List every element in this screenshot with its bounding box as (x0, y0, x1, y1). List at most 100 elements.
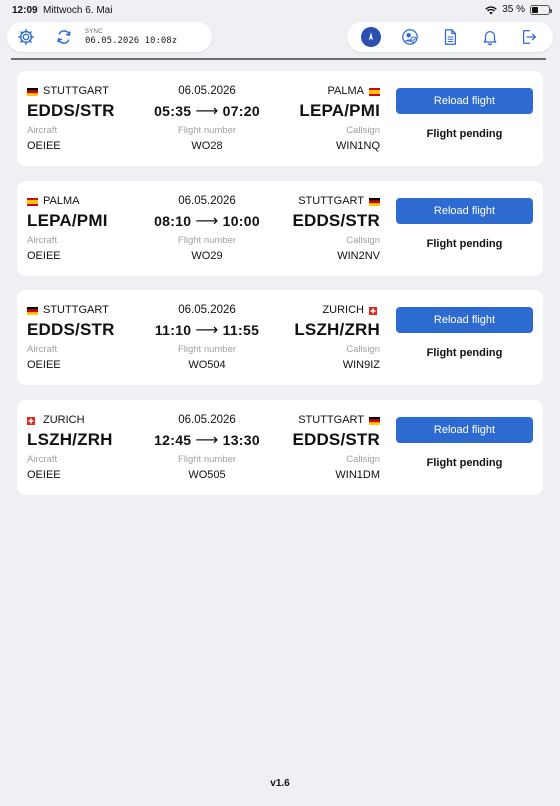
flight-card: PALMA LEPA/PMI 06.05.2026 08:10 ⟶ 10:00 ST… (17, 180, 543, 276)
flight-status: Flight pending (426, 347, 503, 359)
status-bar: 12:09 Mittwoch 6. Mai 35 % (0, 0, 560, 20)
flight-number-value: WO28 (191, 140, 223, 152)
arrival-city-label: PALMA (327, 85, 364, 97)
arrival-city: STUTTGART (298, 414, 380, 426)
flight-date: 06.05.2026 (178, 194, 236, 207)
settings-button[interactable] (13, 24, 39, 50)
flight-status: Flight pending (426, 456, 503, 469)
battery-percent: 35 % (502, 4, 525, 15)
arrival-time: 07:20 (222, 103, 260, 119)
departure-city: STUTTGART (27, 304, 109, 316)
status-date: Mittwoch 6. Mai (43, 5, 113, 16)
avatar (360, 27, 381, 47)
arrow-right-icon: ⟶ (195, 103, 219, 120)
departure-flag-icon (27, 197, 38, 206)
logout-icon (523, 30, 537, 44)
callsign-value: WIN2NV (337, 249, 380, 262)
app-version: v1.6 (270, 778, 290, 789)
callsign-label: Callsign (346, 453, 380, 465)
logout-button[interactable] (516, 24, 542, 50)
main-toolbar (347, 22, 553, 52)
departure-city: PALMA (27, 195, 79, 207)
departure-city-label: STUTTGART (43, 304, 109, 316)
flight-times: 11:10 ⟶ 11:55 (137, 320, 277, 340)
flight-date: 06.05.2026 (178, 304, 236, 316)
arrival-airport-code: EDDS/STR (292, 429, 380, 449)
flight-times: 08:10 ⟶ 10:00 (137, 211, 277, 231)
sync-toolbar: SYNC 06.05.2026 10:08z (7, 22, 212, 52)
callsign-label: Callsign (346, 234, 380, 246)
aircraft-label: Aircraft (27, 344, 58, 355)
arrival-airport-code: EDDS/STR (292, 210, 380, 230)
logo-icon (368, 32, 373, 41)
gear-icon (18, 29, 34, 45)
arrival-time: 11:55 (222, 322, 260, 338)
departure-city: STUTTGART (27, 85, 109, 97)
arrival-flag-icon (369, 197, 380, 206)
flight-card: STUTTGART EDDS/STR 06.05.2026 11:10 ⟶ 11:5… (17, 290, 543, 385)
arrival-city-label: ZURICH (322, 304, 364, 316)
aircraft-label: Aircraft (27, 234, 58, 246)
arrival-time: 13:30 (222, 431, 260, 448)
reload-flight-button[interactable]: Reload flight (396, 88, 533, 114)
reload-flight-button[interactable]: Reload flight (396, 307, 533, 333)
reload-flight-button[interactable]: Reload flight (396, 416, 533, 443)
departure-airport-code: LEPA/PMI (27, 210, 108, 230)
status-right: 35 % (485, 4, 552, 15)
status-time: 12:09 (12, 5, 38, 16)
flight-number-value: WO29 (191, 249, 223, 262)
documents-button[interactable] (437, 24, 463, 50)
document-icon (444, 29, 457, 45)
aircraft-value: OEIEE (27, 140, 61, 152)
bell-icon (483, 30, 497, 46)
departure-city-label: PALMA (43, 194, 80, 207)
departure-airport-code: EDDS/STR (27, 320, 115, 339)
arrival-city: PALMA (328, 85, 380, 97)
sync-button[interactable] (51, 24, 77, 50)
aircraft-value: OEIEE (27, 468, 61, 481)
departure-flag-icon (27, 87, 38, 96)
header-divider (11, 58, 546, 60)
departure-airport-code: LSZH/ZRH (27, 429, 113, 449)
flight-card: ZURICH LSZH/ZRH 06.05.2026 12:45 ⟶ 13:30 S… (17, 399, 543, 495)
departure-time: 11:10 (154, 322, 192, 338)
arrival-flag-icon (369, 306, 380, 315)
arrival-airport-code: LEPA/PMI (299, 101, 380, 120)
sync-status: SYNC 06.05.2026 10:08z (85, 29, 177, 46)
reload-flight-button[interactable]: Reload flight (396, 197, 533, 224)
notifications-button[interactable] (477, 24, 503, 50)
flight-times: 05:35 ⟶ 07:20 (137, 101, 277, 121)
departure-flag-icon (27, 306, 38, 315)
arrival-city: STUTTGART (298, 195, 380, 207)
aircraft-value: OEIEE (27, 249, 61, 262)
crew-button[interactable] (397, 24, 423, 50)
departure-city: ZURICH (27, 414, 85, 426)
arrival-city-label: STUTTGART (298, 413, 364, 426)
arrow-right-icon: ⟶ (195, 322, 219, 339)
flight-number-value: WO504 (188, 359, 226, 371)
departure-city-label: STUTTGART (43, 85, 109, 97)
flight-number-value: WO505 (188, 468, 226, 481)
arrival-airport-code: LSZH/ZRH (294, 320, 380, 339)
flight-list: STUTTGART EDDS/STR 06.05.2026 05:35 ⟶ 07:2… (17, 71, 543, 509)
arrival-flag-icon (369, 416, 380, 425)
callsign-label: Callsign (346, 125, 380, 136)
flight-times: 12:45 ⟶ 13:30 (137, 430, 277, 450)
departure-airport-code: EDDS/STR (27, 101, 115, 120)
flight-status: Flight pending (426, 237, 503, 250)
arrival-city-label: STUTTGART (298, 194, 364, 207)
profile-button[interactable] (358, 24, 384, 50)
refresh-icon (57, 30, 71, 44)
sync-label: SYNC (85, 28, 103, 35)
flight-status: Flight pending (426, 128, 503, 140)
arrival-city: ZURICH (322, 304, 380, 316)
flight-number-label: Flight number (177, 453, 237, 465)
arrival-flag-icon (369, 87, 380, 96)
aircraft-label: Aircraft (27, 453, 58, 465)
arrow-right-icon: ⟶ (195, 431, 219, 449)
departure-time: 12:45 (154, 431, 192, 448)
callsign-value: WIN9IZ (342, 359, 380, 371)
flight-date: 06.05.2026 (178, 85, 236, 97)
flight-number-label: Flight number (177, 234, 237, 246)
battery-icon (530, 4, 552, 15)
